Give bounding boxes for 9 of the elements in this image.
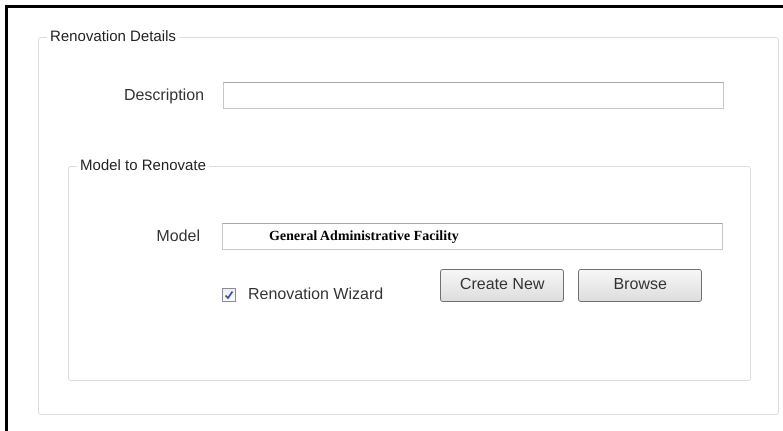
action-button[interactable]: Create New [440, 268, 564, 302]
wizard-checkbox[interactable] [222, 288, 236, 302]
model-field[interactable]: General Administrative Facility [222, 223, 723, 250]
model-label: Model [155, 228, 200, 246]
description-field[interactable] [223, 82, 724, 109]
check-icon [224, 290, 234, 300]
wizard-label: Renovation Wizard [248, 286, 384, 304]
description-label: Description [122, 86, 204, 104]
action-button[interactable]: Browse [578, 268, 702, 302]
